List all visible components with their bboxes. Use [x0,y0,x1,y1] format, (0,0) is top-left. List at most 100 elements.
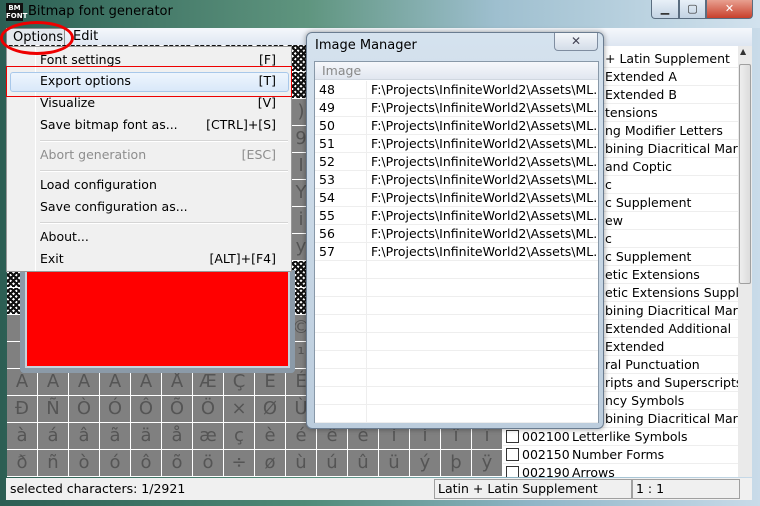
maximize-button[interactable]: ▢ [679,0,706,19]
char-cell[interactable]: ÷ [224,450,255,477]
block-checkbox[interactable] [506,448,519,461]
char-cell[interactable]: Ö [193,396,224,423]
char-cell[interactable]: Ô [131,396,162,423]
char-cell[interactable]: ý [410,450,441,477]
menu-edit[interactable]: Edit [73,29,98,44]
block-name: bining Diacritical Marks [605,411,738,426]
menu-item-about[interactable]: About... [40,227,276,247]
char-cell[interactable]: á [38,423,69,450]
menu-item-label: Visualize [40,95,96,110]
char-cell[interactable]: è [255,423,286,450]
image-id: 51 [319,136,335,151]
minimize-button[interactable]: ▁ [651,0,679,19]
image-row-empty [315,351,598,369]
char-cell[interactable]: ä [131,423,162,450]
block-name: Arrows [572,465,615,477]
char-cell[interactable]: × [224,396,255,423]
char-cell[interactable]: þ [441,450,472,477]
image-column-header[interactable]: Image [315,62,598,80]
char-cell[interactable]: Õ [162,396,193,423]
char-cell[interactable]: à [7,423,38,450]
block-list-item[interactable]: 002150 Number Forms [503,446,738,464]
image-id: 53 [319,172,335,187]
image-row[interactable]: 54 F:\Projects\InfiniteWorld2\Assets\ML..… [315,189,598,207]
image-row-empty [315,297,598,315]
menu-item-load-configuration[interactable]: Load configuration [40,175,276,195]
menu-item-save-configuration-as[interactable]: Save configuration as... [40,197,276,217]
block-name: ew [605,213,623,228]
block-list-item[interactable]: 002100 Letterlike Symbols [503,428,738,446]
image-row[interactable]: 53 F:\Projects\InfiniteWorld2\Assets\ML..… [315,171,598,189]
image-row[interactable]: 51 F:\Projects\InfiniteWorld2\Assets\ML..… [315,135,598,153]
block-list-item[interactable]: 002190 Arrows [503,464,738,477]
block-code: 002150 [522,447,570,462]
image-row[interactable]: 50 F:\Projects\InfiniteWorld2\Assets\ML..… [315,117,598,135]
char-cell[interactable]: ù [286,450,317,477]
block-name: ripts and Superscripts [605,375,738,390]
menu-item-shortcut: [CTRL]+[S] [206,117,276,132]
annotation-ellipse [0,21,74,55]
char-cell[interactable]: ü [379,450,410,477]
image-row[interactable]: 55 F:\Projects\InfiniteWorld2\Assets\ML..… [315,207,598,225]
image-row-empty [315,315,598,333]
block-name: etic Extensions Supple. [605,285,738,300]
char-cell[interactable]: Ä [131,369,162,396]
char-cell[interactable]: Â [69,369,100,396]
char-cell[interactable]: Á [38,369,69,396]
menu-item-save-bitmap-font-as[interactable]: Save bitmap font as... [CTRL]+[S] [40,115,276,135]
char-cell[interactable]: æ [193,423,224,450]
char-cell[interactable]: ò [69,450,100,477]
char-cell[interactable]: È [255,369,286,396]
image-id: 54 [319,190,335,205]
char-cell[interactable]: õ [162,450,193,477]
menu-item-label: Exit [40,251,64,266]
char-cell[interactable]: Å [162,369,193,396]
image-manager-title: Image Manager [315,38,417,53]
close-button[interactable]: ✕ [706,0,753,19]
char-cell[interactable]: ô [131,450,162,477]
char-cell[interactable]: Ó [100,396,131,423]
menu-separator [40,222,288,224]
char-cell[interactable]: Ò [69,396,100,423]
char-cell[interactable]: ó [100,450,131,477]
block-name: bining Diacritical Marks [605,303,738,318]
block-checkbox[interactable] [506,466,519,477]
menu-item-exit[interactable]: Exit [ALT]+[F4] [40,249,276,269]
char-cell[interactable]: À [7,369,38,396]
image-row[interactable]: 57 F:\Projects\InfiniteWorld2\Assets\ML..… [315,243,598,261]
char-cell[interactable]: û [348,450,379,477]
char-cell[interactable]: Ø [255,396,286,423]
menu-item-abort-generation: Abort generation [ESC] [40,145,276,165]
image-row-empty [315,387,598,405]
image-path: F:\Projects\InfiniteWorld2\Assets\ML... [371,226,598,241]
char-cell[interactable]: Ñ [38,396,69,423]
image-list[interactable]: Image 48 F:\Projects\InfiniteWorld2\Asset… [314,61,599,423]
char-cell[interactable]: ç [224,423,255,450]
char-cell[interactable]: â [69,423,100,450]
image-row[interactable]: 56 F:\Projects\InfiniteWorld2\Assets\ML..… [315,225,598,243]
image-id: 48 [319,82,335,97]
char-cell[interactable]: ñ [38,450,69,477]
char-cell[interactable]: ú [317,450,348,477]
char-cell[interactable]: å [162,423,193,450]
image-row[interactable]: 52 F:\Projects\InfiniteWorld2\Assets\ML..… [315,153,598,171]
image-row[interactable]: 48 F:\Projects\InfiniteWorld2\Assets\ML..… [315,81,598,99]
char-cell[interactable]: Ç [224,369,255,396]
char-cell[interactable]: Ã [100,369,131,396]
char-cell[interactable]: ã [100,423,131,450]
char-cell[interactable]: Ð [7,396,38,423]
block-checkbox[interactable] [506,430,519,443]
image-manager-close-button[interactable]: ✕ [554,33,598,51]
menu-separator [40,170,288,172]
char-cell[interactable]: Æ [193,369,224,396]
char-cell[interactable]: ø [255,450,286,477]
char-cell[interactable]: ð [7,450,38,477]
scrollbar-thumb[interactable] [739,64,751,284]
char-cell[interactable]: ö [193,450,224,477]
scroll-up-arrow-icon[interactable]: ▲ [740,47,746,56]
char-cell[interactable]: ÿ [472,450,503,477]
image-path: F:\Projects\InfiniteWorld2\Assets\ML... [371,100,598,115]
zoom-status: 1 : 1 [632,479,740,499]
image-row[interactable]: 49 F:\Projects\InfiniteWorld2\Assets\ML..… [315,99,598,117]
menu-item-label: Abort generation [40,147,147,162]
